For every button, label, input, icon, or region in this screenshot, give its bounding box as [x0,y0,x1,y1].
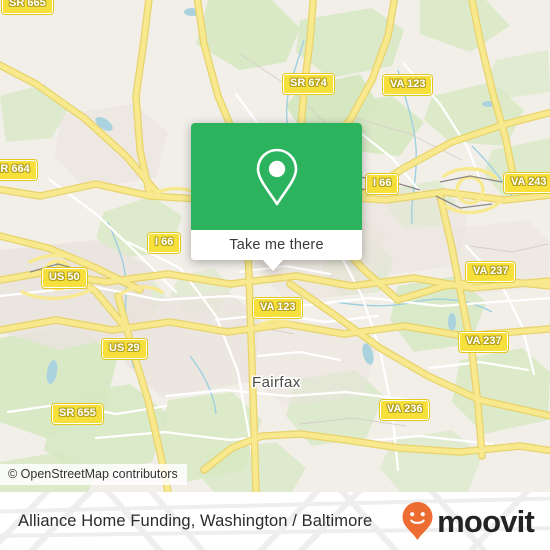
popup-action-bar[interactable]: Take me there [191,230,362,260]
place-label-fairfax: Fairfax [252,374,301,391]
location-pin-icon [256,148,297,205]
road-shield: VA 237 [459,332,509,352]
popup-icon-panel [191,123,362,230]
road-shield: US 29 [102,339,147,359]
moovit-wordmark: moovit [437,503,535,539]
popup-action-label: Take me there [229,237,324,253]
road-shield: US 50 [42,268,87,288]
road-shield: VA 243 [504,173,550,193]
road-shield: VA 236 [380,400,430,420]
map-canvas[interactable]: SR 665 SR 664 SR 674 VA 123 I 66 VA 243 … [0,0,550,492]
map-attribution[interactable]: © OpenStreetMap contributors [0,464,187,485]
popup-body: Take me there [191,123,362,260]
map-popup-card[interactable]: Take me there [191,123,362,271]
road-shield: SR 664 [0,160,37,180]
footer-bar: Alliance Home Funding, Washington / Balt… [0,492,550,550]
road-shield: SR 674 [283,74,334,94]
road-shield: VA 123 [383,75,433,95]
road-shield: I 66 [148,233,181,253]
road-shield: SR 665 [2,0,53,14]
road-shield: VA 237 [466,262,516,282]
moovit-pin-smiley-icon [402,502,433,540]
map-screenshot: SR 665 SR 664 SR 674 VA 123 I 66 VA 243 … [0,0,550,550]
road-shield: VA 123 [253,298,303,318]
road-shield: I 66 [366,174,399,194]
popup-tail [262,259,284,271]
road-shield: SR 655 [52,404,103,424]
page-title: Alliance Home Funding, Washington / Balt… [18,511,373,530]
moovit-brand-logo[interactable]: moovit [401,501,535,541]
